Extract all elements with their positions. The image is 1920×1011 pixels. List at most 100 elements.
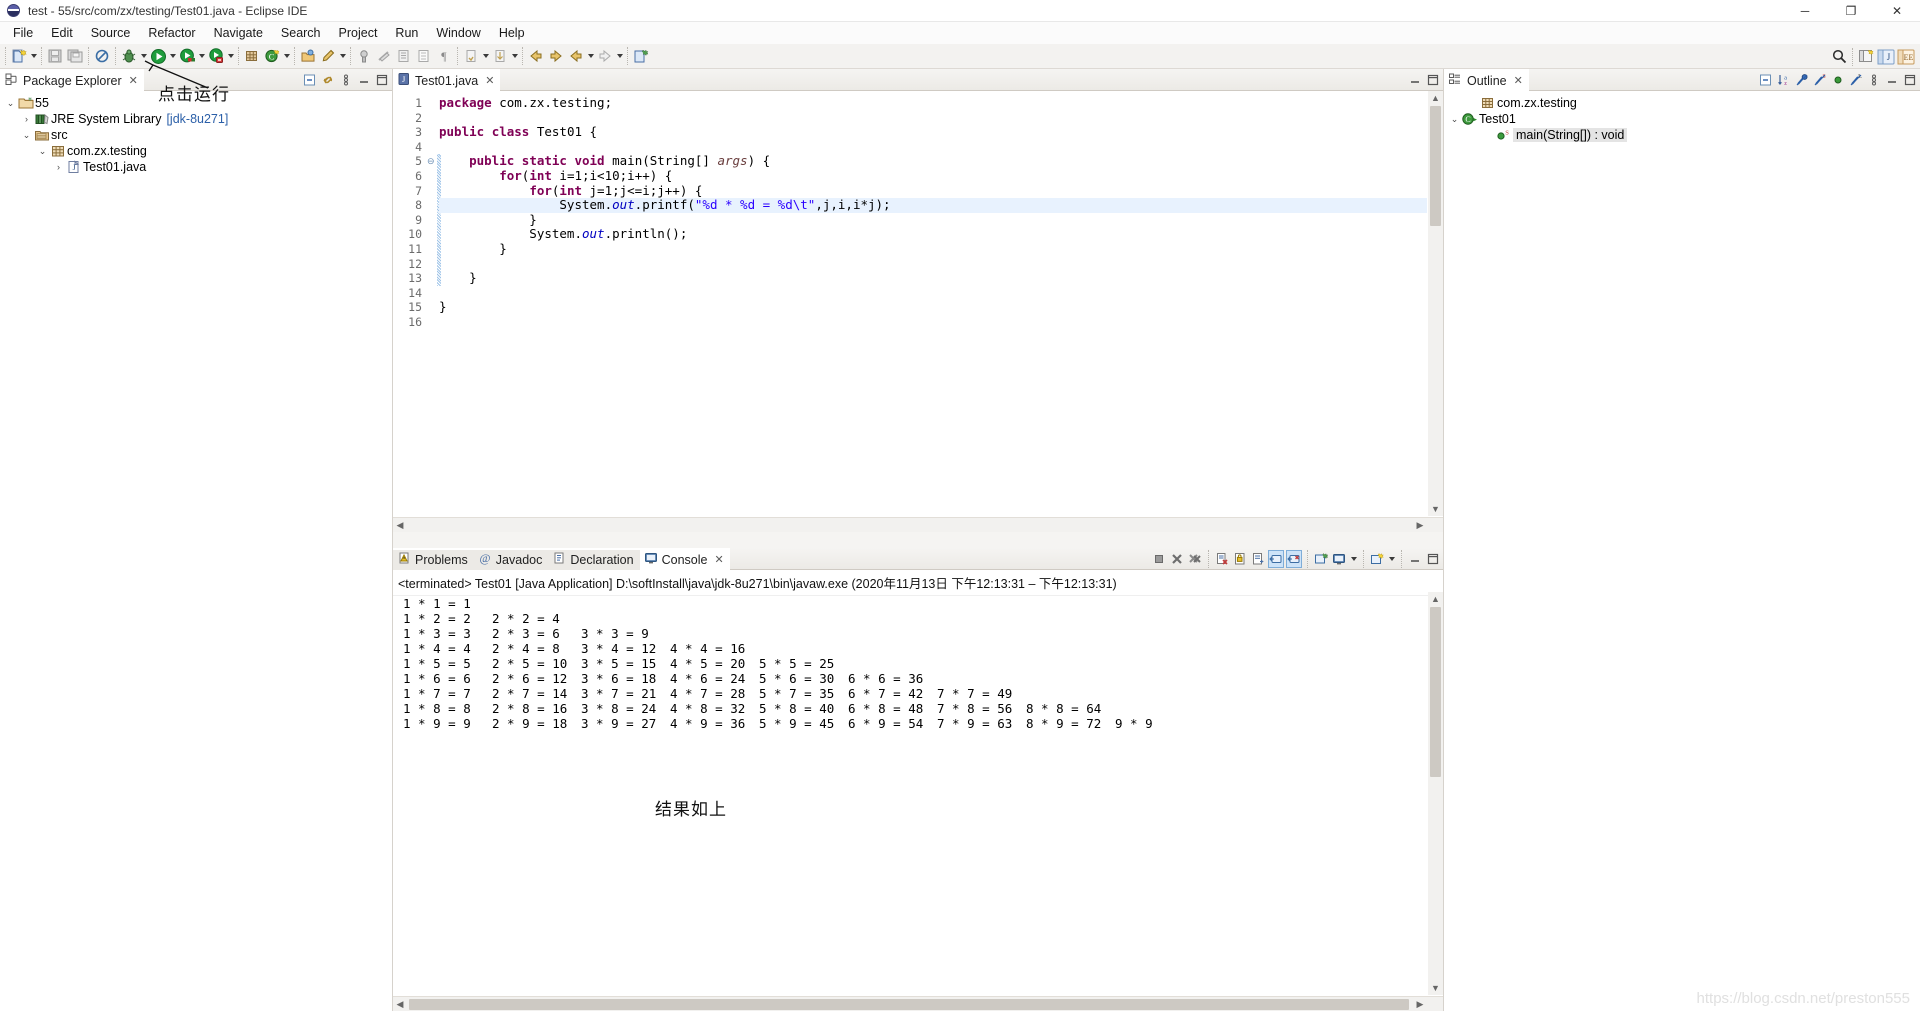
code-line[interactable]: public static void main(String[] args) { [439, 154, 1427, 169]
link-with-editor-icon[interactable] [320, 71, 336, 89]
code-line[interactable]: for(int j=1;j<=i;j++) { [439, 183, 1427, 199]
display-selected-console-icon[interactable] [1331, 550, 1347, 568]
code-line[interactable] [439, 315, 1427, 330]
tree-item-src[interactable]: ⌄ src [0, 127, 392, 143]
console-horizontal-scrollbar[interactable]: ◀ ▶ [393, 996, 1443, 1011]
scroll-right-icon[interactable]: ▶ [1413, 518, 1427, 533]
run-external-tools-icon[interactable] [206, 46, 226, 66]
minimize-icon[interactable] [1407, 71, 1423, 89]
console-hscroll-thumb[interactable] [409, 999, 1409, 1010]
external-tools-dropdown-icon[interactable] [226, 46, 235, 66]
code-line[interactable] [439, 140, 1427, 155]
chevron-down-icon[interactable]: ⌄ [1448, 114, 1461, 125]
chevron-right-icon[interactable]: › [20, 114, 33, 124]
search-dropdown-icon[interactable] [338, 46, 347, 66]
console-scroll-thumb[interactable] [1430, 607, 1441, 777]
code-line[interactable]: } [439, 241, 1427, 257]
editor-horizontal-scrollbar[interactable]: ◀ ▶ [393, 517, 1443, 532]
close-button[interactable]: ✕ [1874, 0, 1920, 22]
tab-package-explorer[interactable]: Package Explorer ✕ [0, 68, 144, 91]
scroll-up-icon[interactable]: ▲ [1428, 592, 1443, 606]
editor-source-code[interactable]: package com.zx.testing; public class Tes… [439, 91, 1427, 516]
menu-source[interactable]: Source [82, 23, 140, 43]
close-icon[interactable]: ✕ [485, 74, 494, 87]
save-all-icon[interactable] [65, 46, 85, 66]
tree-item-java-file[interactable]: › J Test01.java [0, 159, 392, 175]
back-icon[interactable] [526, 46, 546, 66]
code-line[interactable] [439, 257, 1427, 272]
no-edit-icon[interactable] [92, 46, 112, 66]
minimize-button[interactable]: ─ [1782, 0, 1828, 22]
scroll-down-icon[interactable]: ▼ [1428, 502, 1443, 516]
menu-run[interactable]: Run [386, 23, 427, 43]
tab-console[interactable]: Console ✕ [639, 547, 730, 570]
java-perspective-icon[interactable]: J [1876, 47, 1896, 67]
previous-annotation-icon[interactable] [414, 46, 434, 66]
menu-help[interactable]: Help [490, 23, 534, 43]
view-menu-icon[interactable] [1866, 71, 1882, 89]
code-line[interactable] [439, 111, 1427, 126]
code-line[interactable]: for(int i=1;i<10;i++) { [439, 168, 1427, 184]
scroll-up-icon[interactable]: ▲ [1428, 91, 1443, 105]
outline-item-method[interactable]: S main(String[]) : void [1444, 127, 1920, 143]
last-edit-location-icon[interactable] [461, 46, 481, 66]
scroll-right-icon[interactable]: ▶ [1413, 997, 1427, 1011]
new-java-class-icon[interactable]: C [262, 46, 282, 66]
tab-test01-java[interactable]: J Test01.java ✕ [393, 68, 501, 91]
terminate-icon[interactable] [1151, 550, 1167, 568]
view-menu-icon[interactable] [338, 71, 354, 89]
display-console-dropdown-icon[interactable] [1349, 549, 1358, 569]
tree-item-package[interactable]: ⌄ com.zx.testing [0, 143, 392, 159]
code-line[interactable]: } [439, 212, 1427, 228]
code-line[interactable]: } [439, 271, 1427, 286]
collapse-all-icon[interactable] [1758, 71, 1774, 89]
package-explorer-tree[interactable]: ⌄ 55 › JRE System Library [jdk-8u271] ⌄ [0, 91, 392, 1011]
menu-edit[interactable]: Edit [42, 23, 82, 43]
coverage-dropdown-icon[interactable] [197, 46, 206, 66]
show-console-on-error-icon[interactable] [1286, 550, 1302, 568]
pin-console-icon[interactable] [1313, 550, 1329, 568]
maximize-icon[interactable] [374, 71, 390, 89]
remove-launch-icon[interactable] [1169, 550, 1185, 568]
back-history-icon[interactable] [566, 46, 586, 66]
editor-scroll-thumb[interactable] [1430, 106, 1441, 226]
scroll-left-icon[interactable]: ◀ [393, 518, 407, 533]
coverage-icon[interactable] [177, 46, 197, 66]
open-perspective-icon[interactable] [1856, 47, 1876, 67]
code-line[interactable] [439, 286, 1427, 301]
last-edit-dropdown-icon[interactable] [481, 46, 490, 66]
menu-project[interactable]: Project [330, 23, 387, 43]
save-icon[interactable] [45, 46, 65, 66]
menu-search[interactable]: Search [272, 23, 330, 43]
collapse-all-icon[interactable] [302, 71, 318, 89]
forward-icon[interactable] [546, 46, 566, 66]
run-icon[interactable] [148, 46, 168, 66]
quick-access-search-icon[interactable] [1829, 47, 1849, 67]
debug-dropdown-icon[interactable] [139, 46, 148, 66]
maximize-icon[interactable] [1425, 550, 1441, 568]
maximize-icon[interactable] [1902, 71, 1918, 89]
new-editor-icon[interactable] [631, 46, 651, 66]
console-output[interactable]: 1 * 1 = 11 * 2 = 22 * 2 = 41 * 3 = 32 * … [393, 592, 1427, 995]
forward-history-dropdown-icon[interactable] [615, 46, 624, 66]
open-console-icon[interactable] [1369, 550, 1385, 568]
open-console-dropdown-icon[interactable] [1387, 549, 1396, 569]
pilcrow-icon[interactable]: ¶ [434, 46, 454, 66]
hide-static-icon[interactable]: S [1812, 71, 1828, 89]
fold-toggle-icon[interactable]: ⊖ [427, 154, 435, 169]
code-line[interactable]: public class Test01 { [439, 124, 1427, 140]
chevron-right-icon[interactable]: › [52, 162, 65, 172]
maximize-icon[interactable] [1425, 71, 1441, 89]
next-edit-dropdown-icon[interactable] [510, 46, 519, 66]
scroll-down-icon[interactable]: ▼ [1428, 981, 1443, 995]
next-edit-icon[interactable] [490, 46, 510, 66]
toggle-mark-occurrences-icon[interactable] [354, 46, 374, 66]
sort-icon[interactable]: az [1776, 71, 1792, 89]
menu-window[interactable]: Window [427, 23, 489, 43]
skip-all-breakpoints-icon[interactable] [374, 46, 394, 66]
close-icon[interactable]: ✕ [129, 74, 138, 87]
new-wizard-icon[interactable] [9, 46, 29, 66]
code-line[interactable]: System.out.println(); [439, 227, 1427, 242]
menu-refactor[interactable]: Refactor [139, 23, 204, 43]
remove-all-terminated-icon[interactable] [1187, 550, 1203, 568]
